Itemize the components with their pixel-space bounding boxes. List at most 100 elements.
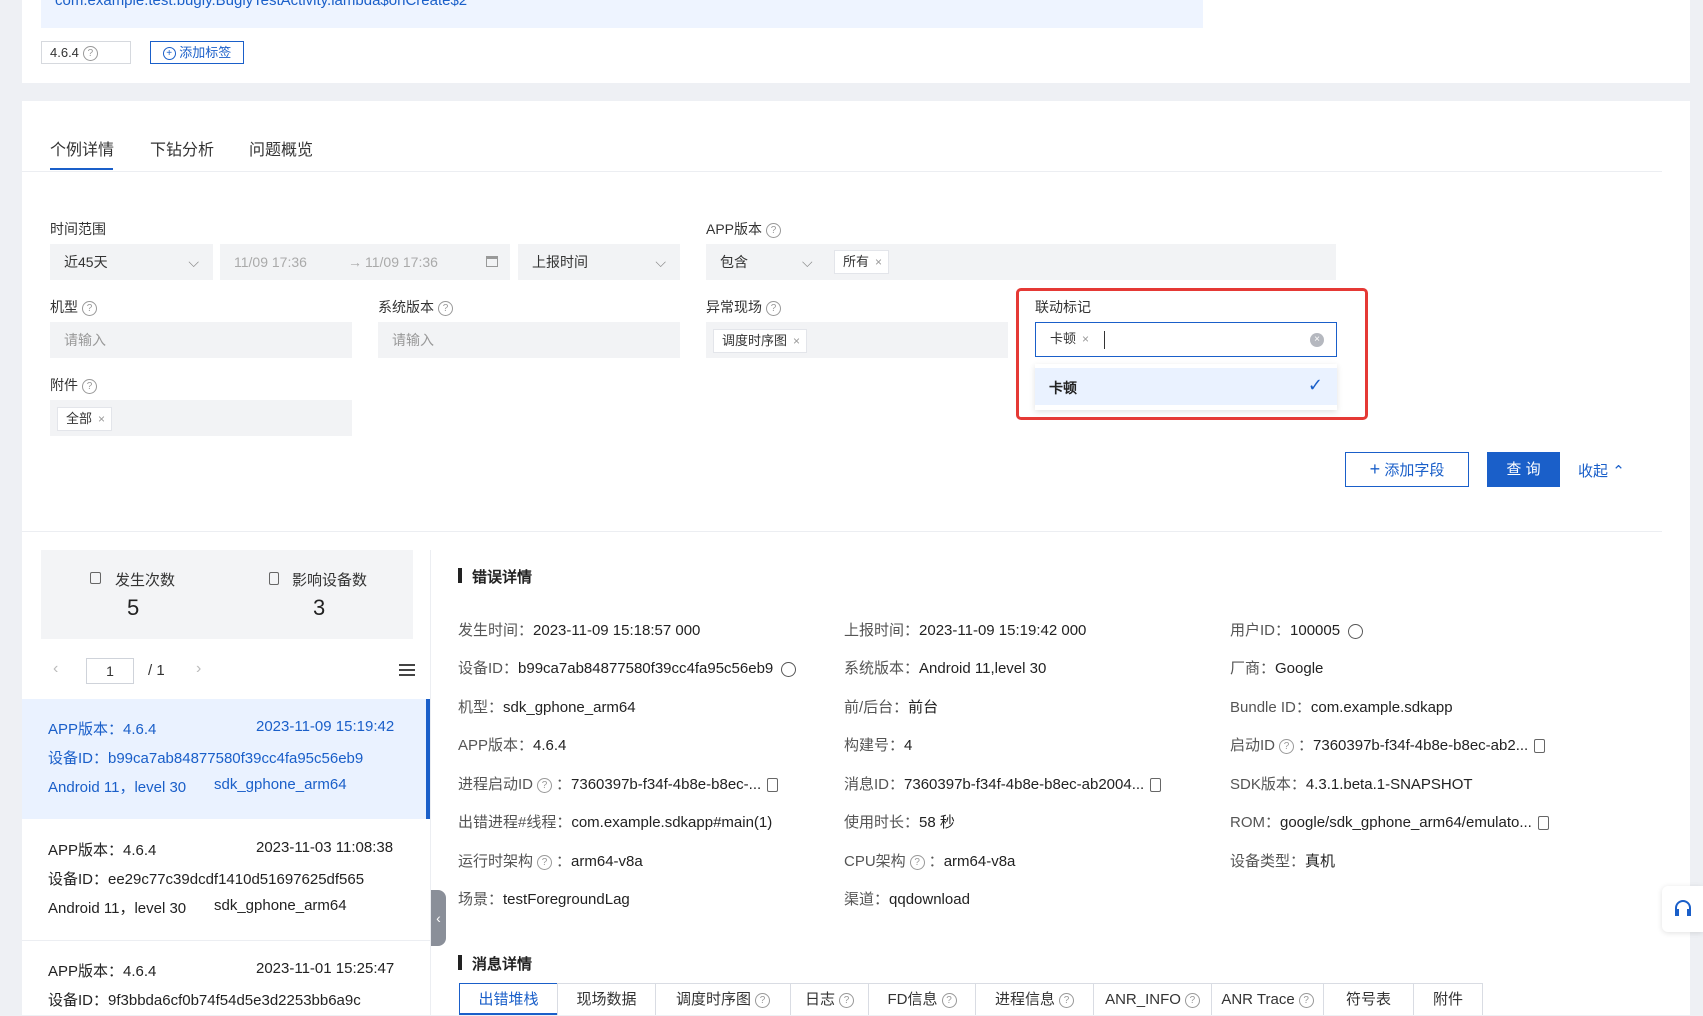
message-tab[interactable]: 符号表 bbox=[1323, 983, 1414, 1015]
detail-field: 发生时间：2023-11-09 15:18:57 000 bbox=[458, 619, 700, 640]
date-start: 11/09 17:36 bbox=[234, 254, 307, 270]
app-version-tag[interactable]: 所有 × bbox=[834, 250, 890, 274]
copy-icon[interactable] bbox=[767, 778, 779, 793]
field-value: qqdownload bbox=[889, 891, 970, 908]
tag-label: 全部 bbox=[66, 411, 93, 427]
close-icon[interactable]: × bbox=[1082, 332, 1089, 346]
detail-field: CPU架构? ：arm64-v8a bbox=[844, 850, 1015, 871]
message-tab[interactable]: 日志? bbox=[790, 983, 869, 1015]
model-input[interactable]: 请输入 bbox=[50, 322, 352, 358]
time-range-select[interactable]: 近45天 ⌵ bbox=[50, 244, 213, 280]
date-range-picker[interactable]: 11/09 17:36 → 11/09 17:36 bbox=[220, 244, 510, 280]
item-os: Android 11，level 30 bbox=[48, 900, 187, 917]
copy-icon[interactable] bbox=[1537, 816, 1549, 831]
field-key: 发生时间： bbox=[458, 622, 534, 639]
close-icon[interactable]: × bbox=[793, 334, 800, 348]
scene-tag[interactable]: 调度时序图 × bbox=[713, 329, 808, 354]
field-value: arm64-v8a bbox=[943, 853, 1016, 870]
clear-circle-icon[interactable]: × bbox=[1310, 333, 1324, 347]
close-icon[interactable]: × bbox=[98, 412, 105, 426]
field-key: 设备类型： bbox=[1230, 853, 1306, 870]
attachment-tag[interactable]: 全部 × bbox=[57, 407, 113, 432]
colon: ： bbox=[928, 853, 944, 870]
item-model: sdk_gphone_arm64 bbox=[214, 776, 347, 793]
message-tab[interactable]: 出错堆栈 bbox=[459, 983, 558, 1015]
occur-value: 5 bbox=[127, 595, 140, 620]
list-item[interactable]: APP版本：4.6.4 2023-11-03 11:08:38 设备ID：ee2… bbox=[22, 820, 430, 941]
version-chip[interactable]: 4.6.4? bbox=[41, 41, 131, 64]
globe-icon[interactable] bbox=[781, 661, 797, 677]
message-tab[interactable]: ANR_INFO? bbox=[1093, 983, 1212, 1015]
add-field-button[interactable]: + 添加字段 bbox=[1345, 452, 1469, 487]
tab-overview[interactable]: 问题概览 bbox=[249, 136, 313, 160]
field-key: 进程启动ID bbox=[458, 776, 534, 793]
message-tab[interactable]: ANR Trace? bbox=[1211, 983, 1324, 1015]
page-input[interactable]: 1 bbox=[86, 658, 134, 684]
os-version-input[interactable]: 请输入 bbox=[378, 322, 680, 358]
query-button[interactable]: 查 询 bbox=[1487, 452, 1560, 487]
help-icon: ? bbox=[537, 854, 553, 870]
message-tab[interactable]: 附件 bbox=[1413, 983, 1483, 1015]
error-detail-title: 错误详情 bbox=[472, 569, 533, 586]
detail-field: 构建号：4 bbox=[844, 734, 912, 755]
link-marker-tag[interactable]: 卡顿 × bbox=[1042, 328, 1096, 352]
add-tag-button[interactable]: + 添加标签 bbox=[150, 41, 244, 64]
chevron-right-icon[interactable]: › bbox=[196, 660, 201, 678]
tab-drilldown[interactable]: 下钻分析 bbox=[150, 136, 214, 160]
list-item[interactable]: APP版本：4.6.4 2023-11-01 15:25:47 设备ID：9f3… bbox=[22, 941, 430, 1015]
tab-label: 日志 bbox=[804, 991, 835, 1008]
field-key: 系统版本： bbox=[844, 660, 920, 677]
field-key: 消息ID： bbox=[844, 776, 905, 793]
support-float[interactable] bbox=[1662, 886, 1703, 932]
report-time-select[interactable]: 上报时间 ⌵ bbox=[518, 244, 680, 280]
field-value: 前台 bbox=[908, 699, 939, 716]
field-key: 构建号： bbox=[844, 737, 905, 754]
copy-icon[interactable] bbox=[1534, 739, 1546, 754]
message-tab[interactable]: FD信息? bbox=[868, 983, 976, 1015]
os-placeholder: 请输入 bbox=[392, 332, 434, 348]
tab-label: 下钻分析 bbox=[150, 142, 215, 159]
message-detail-title: 消息详情 bbox=[472, 956, 533, 973]
tab-label: FD信息 bbox=[887, 991, 938, 1008]
tab-case-detail[interactable]: 个例详情 bbox=[50, 136, 114, 160]
globe-icon[interactable] bbox=[1348, 623, 1364, 639]
message-tab[interactable]: 调度时序图? bbox=[655, 983, 791, 1015]
dropdown-option-kadun[interactable]: 卡顿 ✓ bbox=[1035, 368, 1337, 405]
item-version: APP版本：4.6.4 bbox=[48, 721, 157, 738]
app-version-filter[interactable]: 包含 ⌵ 所有 × bbox=[706, 244, 1336, 280]
panel-collapse-handle[interactable]: ‹ bbox=[431, 890, 446, 946]
chevron-left-icon[interactable]: ‹ bbox=[53, 660, 58, 678]
message-tab[interactable]: 进程信息? bbox=[975, 983, 1094, 1015]
colon: ： bbox=[1298, 737, 1314, 754]
detail-field: 使用时长：58 秒 bbox=[844, 811, 955, 832]
item-time: 2023-11-09 15:19:42 bbox=[256, 718, 395, 735]
tab-label: 进程信息 bbox=[994, 991, 1055, 1008]
detail-field: 系统版本：Android 11,level 30 bbox=[844, 657, 1046, 678]
tag-label: 调度时序图 bbox=[722, 333, 788, 349]
field-value: 2023-11-09 15:18:57 000 bbox=[533, 622, 701, 639]
attachment-label: 附件? bbox=[50, 375, 97, 395]
list-item[interactable]: APP版本：4.6.4 2023-11-09 15:19:42 设备ID：b99… bbox=[22, 699, 430, 819]
detail-field: 进程启动ID? ：7360397b-f34f-4b8e-b8ec-... bbox=[458, 773, 779, 794]
item-os: Android 11，level 30 bbox=[48, 779, 187, 796]
time-range-value: 近45天 bbox=[64, 254, 108, 270]
collapse-button[interactable]: 收起 ⌃ bbox=[1578, 460, 1625, 481]
copy-icon[interactable] bbox=[1150, 778, 1162, 793]
scene-filter[interactable]: 调度时序图 × bbox=[706, 322, 1008, 358]
link-marker-select[interactable]: 卡顿 × × bbox=[1035, 322, 1337, 357]
field-key: ROM： bbox=[1230, 814, 1280, 831]
close-icon[interactable]: × bbox=[875, 255, 882, 269]
message-tab[interactable]: 现场数据 bbox=[557, 983, 656, 1015]
chevron-down-icon: ⌵ bbox=[655, 254, 666, 270]
field-value: b99ca7ab84877580f39cc4fa95c56eb9 bbox=[518, 660, 774, 677]
attachment-filter[interactable]: 全部 × bbox=[50, 400, 352, 436]
detail-field: 场景：testForegroundLag bbox=[458, 888, 630, 909]
item-device: 设备ID：9f3bbda6cf0b74f54d5e3d2253bb6a9c bbox=[48, 992, 361, 1009]
help-icon: ? bbox=[438, 300, 453, 316]
detail-field: 运行时架构? ：arm64-v8a bbox=[458, 850, 643, 871]
menu-icon-mid bbox=[399, 669, 415, 671]
tab-active-indicator bbox=[50, 168, 113, 170]
calendar-icon bbox=[486, 256, 498, 267]
field-value: 100005 bbox=[1290, 622, 1341, 639]
tag-label: 卡顿 bbox=[1050, 331, 1077, 346]
